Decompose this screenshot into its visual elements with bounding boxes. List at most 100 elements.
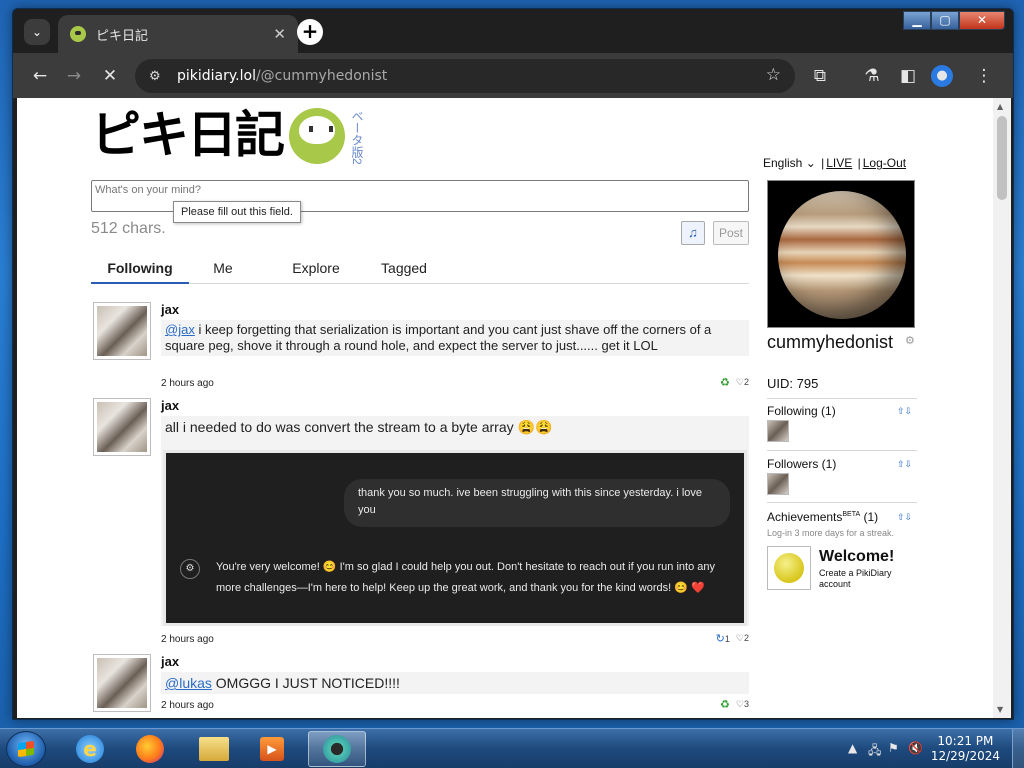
- tab-strip: ⌄ ピキ日記 ✕ + ▁ ▢ ✕: [13, 9, 1013, 53]
- like-button[interactable]: ♡3: [736, 699, 749, 710]
- live-link[interactable]: LIVE: [826, 156, 852, 170]
- validation-tooltip: Please fill out this field.: [173, 201, 301, 223]
- following-avatar[interactable]: [767, 420, 789, 442]
- sort-arrows-icon[interactable]: ⇧⇩: [897, 459, 912, 470]
- start-button[interactable]: [6, 731, 46, 767]
- mascot-logo-icon: [289, 108, 345, 164]
- compose-placeholder: What's on your mind?: [95, 184, 202, 196]
- achievement-description: Create a PikiDiary account: [819, 568, 892, 589]
- post-text: OMGGG I JUST NOTICED!!!!: [211, 675, 400, 691]
- labs-flask-icon[interactable]: ⚗: [859, 63, 885, 89]
- bookmark-star-icon[interactable]: ☆: [766, 65, 781, 85]
- avatar[interactable]: [93, 654, 151, 712]
- scroll-down-icon[interactable]: ▼: [997, 705, 1003, 714]
- firefox-icon[interactable]: [124, 731, 176, 767]
- browser-tab[interactable]: ピキ日記 ✕: [58, 15, 298, 53]
- profile-avatar-icon[interactable]: ●: [931, 65, 953, 87]
- logo-text: ピキ日記: [91, 106, 285, 164]
- chars-remaining: 512 chars.: [91, 220, 166, 237]
- network-icon[interactable]: 🖧: [868, 741, 881, 762]
- back-arrow-icon[interactable]: ←: [27, 63, 53, 89]
- beta-label: ベータ版2: [350, 110, 364, 165]
- page-scrollbar[interactable]: ▲ ▼: [993, 98, 1011, 718]
- post-text: all i needed to do was convert the strea…: [165, 419, 553, 435]
- tab-explore[interactable]: Explore: [275, 256, 357, 284]
- post-body: @jax i keep forgetting that serializatio…: [161, 320, 749, 356]
- system-tray: ▲ 🖧 ⚑ 🔇 10:21 PM 12/29/2024: [834, 729, 1024, 768]
- tab-following[interactable]: Following: [91, 256, 189, 284]
- header-links: English ⌄ | LIVE | Log-Out: [763, 156, 907, 170]
- clock[interactable]: 10:21 PM 12/29/2024: [931, 734, 1000, 764]
- extensions-icon[interactable]: ⧉: [807, 63, 833, 89]
- profile-picture[interactable]: [767, 180, 915, 328]
- embed-assistant-message: You're very welcome! 😊 I'm so glad I cou…: [216, 561, 715, 594]
- scroll-up-icon[interactable]: ▲: [997, 102, 1003, 111]
- stop-loading-icon[interactable]: ✕: [97, 63, 123, 89]
- minimize-button[interactable]: ▁: [903, 11, 931, 30]
- like-count: 2: [743, 633, 749, 643]
- menu-kebab-icon[interactable]: ⋮: [971, 63, 997, 89]
- music-note-icon[interactable]: ♫: [681, 221, 705, 245]
- site-logo[interactable]: ピキ日記 ベータ版2: [91, 106, 366, 166]
- repost-button[interactable]: ↻1: [716, 632, 730, 645]
- action-center-flag-icon[interactable]: ⚑: [888, 741, 899, 755]
- media-player-icon[interactable]: ▶: [246, 731, 298, 767]
- sort-arrows-icon[interactable]: ⇧⇩: [897, 512, 912, 523]
- embedded-screenshot[interactable]: thank you so much. ive been struggling w…: [163, 450, 747, 626]
- followers-count[interactable]: Followers (1): [767, 457, 836, 471]
- logout-link[interactable]: Log-Out: [863, 156, 906, 170]
- post-timestamp: 2 hours ago: [161, 634, 214, 645]
- divider: [767, 502, 917, 503]
- post-timestamp: 2 hours ago: [161, 378, 214, 389]
- follower-avatar[interactable]: [767, 473, 789, 495]
- tray-expand-icon[interactable]: ▲: [848, 741, 857, 755]
- post-username[interactable]: jax: [161, 302, 179, 317]
- settings-gear-icon[interactable]: ⚙: [905, 334, 915, 347]
- file-explorer-icon[interactable]: [188, 731, 240, 767]
- chevron-down-icon: ⌄: [805, 156, 816, 170]
- repost-icon[interactable]: ♻: [720, 698, 730, 711]
- scroll-thumb[interactable]: [997, 116, 1007, 200]
- heart-icon: ♡: [735, 633, 744, 643]
- tab-me[interactable]: Me: [195, 256, 251, 284]
- new-tab-button[interactable]: +: [297, 19, 323, 45]
- like-button[interactable]: ♡2: [736, 377, 749, 388]
- sort-arrows-icon[interactable]: ⇧⇩: [897, 406, 912, 417]
- post-body: @lukas OMGGG I JUST NOTICED!!!!: [161, 672, 749, 694]
- web-page: ピキ日記 ベータ版2 English ⌄ | LIVE | Log-Out What…: [17, 98, 993, 718]
- avatar[interactable]: [93, 302, 151, 360]
- achievement-badge-icon[interactable]: [767, 546, 811, 590]
- tab-tagged[interactable]: Tagged: [367, 256, 441, 284]
- internet-explorer-icon[interactable]: e: [64, 731, 116, 767]
- window-controls: ▁ ▢ ✕: [903, 11, 1005, 30]
- tab-search-icon[interactable]: ⌄: [24, 19, 50, 45]
- address-bar[interactable]: ⚙ pikidiary.lol /@cummyhedonist ☆: [135, 59, 795, 93]
- feed-post: jax @jax i keep forgetting that serializ…: [91, 302, 749, 392]
- repost-icon[interactable]: ♻: [720, 376, 730, 389]
- chrome-taskbar-icon[interactable]: [308, 731, 366, 767]
- feed-post: jax all i needed to do was convert the s…: [91, 398, 749, 648]
- show-desktop-button[interactable]: [1012, 729, 1024, 768]
- language-select[interactable]: English ⌄: [763, 156, 816, 170]
- achievements-heading[interactable]: AchievementsBETA (1): [767, 510, 878, 524]
- close-window-button[interactable]: ✕: [959, 11, 1005, 30]
- following-count[interactable]: Following (1): [767, 404, 836, 418]
- maximize-button[interactable]: ▢: [931, 11, 959, 30]
- like-count: 2: [743, 377, 749, 387]
- profile-uid: UID: 795: [767, 376, 819, 391]
- volume-muted-icon[interactable]: 🔇: [908, 741, 923, 755]
- heart-icon: ♡: [735, 699, 744, 709]
- site-settings-icon[interactable]: ⚙: [149, 69, 167, 84]
- post-username[interactable]: jax: [161, 398, 179, 413]
- post-username[interactable]: jax: [161, 654, 179, 669]
- avatar[interactable]: [93, 398, 151, 456]
- tab-close-icon[interactable]: ✕: [273, 25, 286, 43]
- forward-arrow-icon[interactable]: →: [61, 63, 87, 89]
- mention-link[interactable]: @lukas: [165, 675, 212, 691]
- post-button[interactable]: Post: [713, 221, 749, 245]
- divider: [767, 398, 917, 399]
- like-button[interactable]: ♡2: [736, 633, 749, 644]
- mention-link[interactable]: @jax: [165, 322, 195, 337]
- side-panel-icon[interactable]: ◧: [895, 63, 921, 89]
- streak-hint: Log-in 3 more days for a streak.: [767, 528, 895, 538]
